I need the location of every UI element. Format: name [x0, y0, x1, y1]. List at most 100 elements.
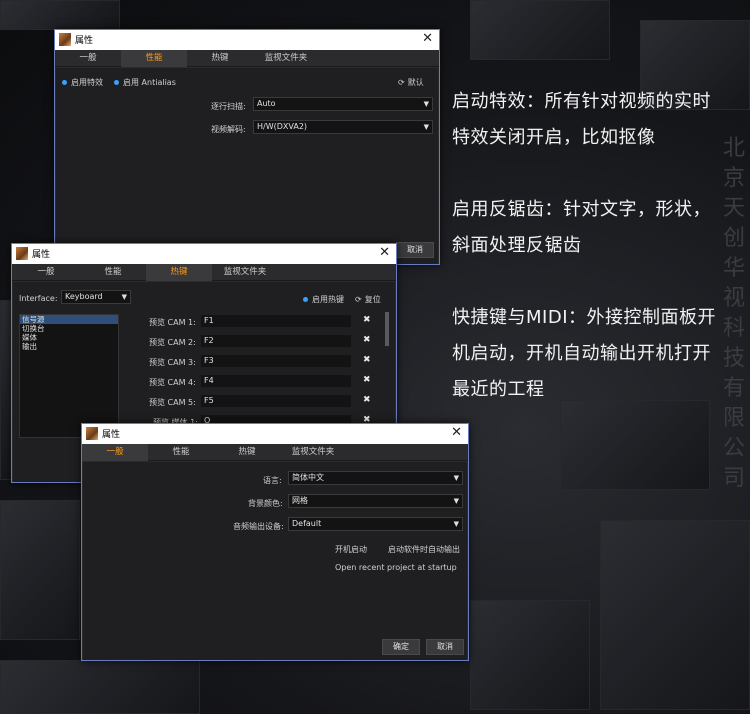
title-bar: 属性 ✕: [12, 244, 396, 264]
auto-output-option[interactable]: 启动软件时自动输出: [388, 544, 460, 555]
app-icon: [86, 427, 98, 440]
settings-pane: 启用特效 启用 Antialias ⟳ 默认 逐行扫描: Auto ▼ 视频解码: …: [56, 68, 438, 264]
tab-watch-folder[interactable]: 监视文件夹: [280, 444, 346, 461]
tab-general[interactable]: 一般: [82, 444, 148, 461]
tab-performance[interactable]: 性能: [148, 444, 214, 461]
hotkey-label: 预览 CAM 2:: [149, 338, 196, 347]
enable-antialias-option[interactable]: 启用 Antialias: [114, 77, 176, 88]
radio-icon: [114, 80, 119, 85]
tab-watch-folder[interactable]: 监视文件夹: [253, 50, 319, 67]
chevron-down-icon: ▼: [453, 520, 459, 528]
tab-bar: 一般 性能 热键 监视文件夹: [55, 50, 439, 67]
ok-button[interactable]: 确定: [382, 639, 420, 655]
enable-effects-option[interactable]: 启用特效: [62, 77, 103, 88]
startup-option[interactable]: 开机启动: [335, 544, 367, 555]
hotkey-field[interactable]: F1: [201, 315, 351, 327]
tab-watch-folder[interactable]: 监视文件夹: [212, 264, 278, 281]
caption-line: 特效关闭开启，比如抠像: [452, 127, 656, 148]
scrollbar[interactable]: [385, 312, 389, 346]
window-title: 属性: [75, 36, 94, 46]
select-value: Keyboard: [65, 292, 103, 301]
chevron-down-icon: ▼: [423, 100, 429, 108]
close-icon[interactable]: ✕: [451, 425, 462, 440]
caption-hotkeys: 快捷键与MIDI：外接控制面板开 机启动，开机自动输出开机打开 最近的工程: [452, 300, 742, 408]
hotkey-label: 预览 CAM 4:: [149, 378, 196, 387]
close-icon[interactable]: ✕: [379, 245, 390, 260]
tab-general[interactable]: 一般: [55, 50, 121, 67]
select-value: Default: [292, 519, 322, 528]
hotkey-label: 预览 CAM 5:: [149, 398, 196, 407]
progressive-label: 逐行扫描:: [211, 102, 246, 111]
radio-icon: [303, 297, 308, 302]
tab-hotkeys[interactable]: 热键: [214, 444, 280, 461]
caption-line: 启用反锯齿：针对文字，形状，: [452, 199, 711, 220]
caption-line: 机启动，开机自动输出开机打开: [452, 343, 711, 364]
button-label: 默认: [407, 78, 424, 87]
interface-select[interactable]: Keyboard ▼: [61, 290, 131, 304]
chevron-down-icon: ▼: [423, 123, 429, 131]
chevron-down-icon: ▼: [453, 474, 459, 482]
properties-window-general: 属性 ✕ 一般 性能 热键 监视文件夹 语言: 简体中文 ▼ 背景颜色: 网格 ▼ …: [81, 423, 469, 661]
settings-pane: 语言: 简体中文 ▼ 背景颜色: 网格 ▼ 音频输出设备: Default ▼ 开机启…: [83, 462, 467, 660]
open-recent-option[interactable]: Open recent project at startup: [335, 563, 457, 572]
hotkey-label: 预览 CAM 3:: [149, 358, 196, 367]
list-item[interactable]: 信号源: [20, 315, 118, 324]
title-bar: 属性 ✕: [55, 30, 439, 50]
caption-antialias: 启用反锯齿：针对文字，形状， 斜面处理反锯齿: [452, 192, 742, 264]
tab-performance[interactable]: 性能: [80, 264, 146, 281]
select-value: Auto: [257, 99, 276, 108]
tab-bar: 一般 性能 热键 监视文件夹: [82, 444, 468, 461]
tab-general[interactable]: 一般: [12, 264, 80, 281]
interface-label: Interface:: [19, 294, 58, 303]
language-label: 语言:: [263, 476, 282, 485]
title-bar: 属性 ✕: [82, 424, 468, 444]
clear-icon[interactable]: ✖: [363, 315, 371, 325]
hotkey-label: 预览 CAM 1:: [149, 318, 196, 327]
hotkey-field[interactable]: F2: [201, 335, 351, 347]
audio-device-label: 音频输出设备:: [233, 522, 284, 531]
option-label: 启用热键: [312, 295, 344, 304]
tab-hotkeys[interactable]: 热键: [187, 50, 253, 67]
properties-window-performance: 属性 ✕ 一般 性能 热键 监视文件夹 启用特效 启用 Antialias ⟳ 默…: [54, 29, 440, 265]
chevron-down-icon: ▼: [121, 293, 127, 301]
select-value: 网格: [292, 496, 308, 505]
caption-effects: 启动特效：所有针对视频的实时 特效关闭开启，比如抠像: [452, 84, 742, 156]
radio-icon: [62, 80, 67, 85]
decode-select[interactable]: H/W(DXVA2) ▼: [253, 120, 433, 134]
tab-hotkeys[interactable]: 热键: [146, 264, 212, 281]
select-value: 简体中文: [292, 473, 324, 482]
clear-icon[interactable]: ✖: [363, 335, 371, 345]
category-list: 信号源 切换台 媒体 输出: [19, 314, 119, 438]
hotkey-field[interactable]: F4: [201, 375, 351, 387]
decode-label: 视频解码:: [211, 125, 246, 134]
bgcolor-select[interactable]: 网格 ▼: [288, 494, 463, 508]
language-select[interactable]: 简体中文 ▼: [288, 471, 463, 485]
app-icon: [16, 247, 28, 260]
chevron-down-icon: ▼: [453, 497, 459, 505]
clear-icon[interactable]: ✖: [363, 355, 371, 365]
caption-line: 快捷键与MIDI：外接控制面板开: [452, 307, 717, 328]
enable-hotkeys-option[interactable]: 启用热键: [303, 294, 344, 305]
default-button[interactable]: ⟳ 默认: [398, 77, 424, 88]
list-item[interactable]: 媒体: [20, 333, 118, 342]
bgcolor-label: 背景颜色:: [248, 499, 283, 508]
hotkey-field[interactable]: F3: [201, 355, 351, 367]
refresh-icon: ⟳: [398, 78, 405, 87]
reset-button[interactable]: ⟳ 复位: [355, 294, 381, 305]
cancel-button[interactable]: 取消: [396, 242, 434, 258]
caption-line: 斜面处理反锯齿: [452, 235, 582, 256]
caption-line: 最近的工程: [452, 379, 545, 400]
window-title: 属性: [102, 430, 121, 440]
hotkey-field[interactable]: F5: [201, 395, 351, 407]
window-title: 属性: [32, 250, 51, 260]
audio-device-select[interactable]: Default ▼: [288, 517, 463, 531]
clear-icon[interactable]: ✖: [363, 395, 371, 405]
close-icon[interactable]: ✕: [422, 31, 433, 46]
tab-performance[interactable]: 性能: [121, 50, 187, 67]
list-item[interactable]: 输出: [20, 342, 118, 351]
list-item[interactable]: 切换台: [20, 324, 118, 333]
progressive-select[interactable]: Auto ▼: [253, 97, 433, 111]
cancel-button[interactable]: 取消: [426, 639, 464, 655]
button-label: 复位: [364, 295, 381, 304]
clear-icon[interactable]: ✖: [363, 375, 371, 385]
